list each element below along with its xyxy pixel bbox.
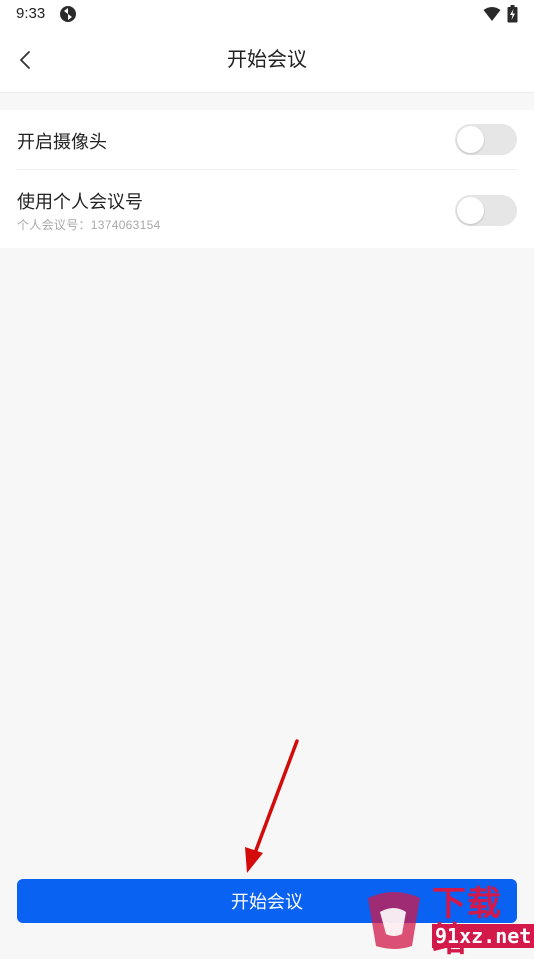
toggle-knob bbox=[457, 126, 484, 153]
toggle-knob bbox=[457, 197, 484, 224]
app-header: 开始会议 bbox=[0, 28, 534, 92]
personal-meeting-id-toggle[interactable] bbox=[455, 195, 517, 226]
header-divider bbox=[0, 92, 534, 93]
setting-row-camera: 开启摄像头 bbox=[0, 110, 534, 169]
sync-icon bbox=[60, 6, 76, 22]
settings-card: 开启摄像头 使用个人会议号 个人会议号：1374063154 bbox=[0, 110, 534, 248]
camera-label: 开启摄像头 bbox=[17, 132, 107, 152]
setting-row-personal-meeting-id: 使用个人会议号 个人会议号：1374063154 bbox=[0, 170, 534, 248]
personal-meeting-id-value: 个人会议号：1374063154 bbox=[17, 218, 161, 232]
status-time: 9:33 bbox=[16, 5, 46, 22]
watermark-url: 91xz.net bbox=[432, 924, 534, 948]
page-title: 开始会议 bbox=[227, 49, 307, 71]
battery-charging-icon bbox=[507, 5, 518, 23]
start-meeting-button[interactable]: 开始会议 bbox=[17, 879, 517, 923]
personal-meeting-id-label: 使用个人会议号 bbox=[17, 192, 143, 212]
annotation-arrow-icon bbox=[245, 739, 299, 873]
wifi-icon bbox=[483, 7, 501, 21]
status-bar: 9:33 bbox=[0, 0, 534, 28]
camera-toggle[interactable] bbox=[455, 124, 517, 155]
